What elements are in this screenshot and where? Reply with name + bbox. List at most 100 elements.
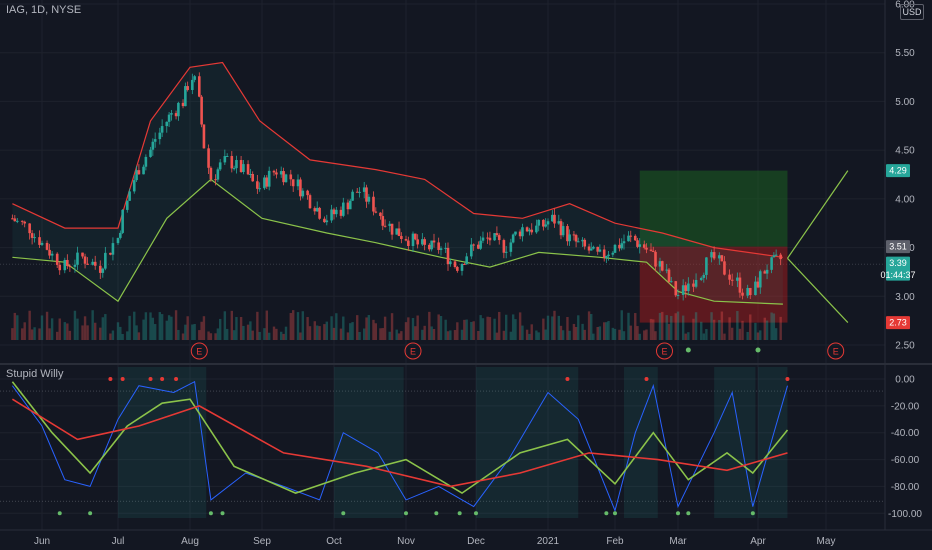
volume-bar [48,328,51,340]
candle-body [202,124,206,149]
oscillator-zone [624,367,658,518]
volume-bar [770,312,773,340]
volume-bar [200,321,203,340]
volume-bar [284,326,288,340]
volume-bar [404,322,408,340]
candle-body [93,261,97,266]
volume-bar [754,322,757,340]
candle-body [754,281,757,296]
candle-body [669,281,673,283]
candle-body [613,244,617,253]
oscillator-zone [758,367,788,518]
oscillator-zone [334,367,404,518]
oscillator-bottom-dot [220,511,225,516]
volume-bar [605,322,608,340]
candle-body [296,179,300,187]
currency-badge[interactable]: USD [900,4,924,20]
candle-body [432,240,436,243]
candle-body [256,181,259,189]
candle-body [449,261,452,265]
candle-body [339,209,343,216]
volume-bar [83,316,87,340]
volume-bar [239,316,243,340]
volume-bar [400,331,403,340]
volume-bar [645,329,648,340]
candle-body [414,233,417,240]
candle-body [411,233,415,246]
volume-bar [430,326,433,340]
earnings-marker-label: E [661,347,667,357]
candle-body [736,277,739,281]
candle-body [765,269,769,274]
symbol-title[interactable]: IAG, 1D, NYSE [6,4,81,16]
candle-body [423,239,426,245]
volume-bar [649,318,653,340]
candle-body [267,170,271,187]
volume-bar [133,311,136,340]
candle-body [758,271,762,288]
oscillator-bottom-dot [750,511,755,516]
volume-bar [313,321,316,340]
volume-bar [346,332,350,340]
candle-body [232,168,236,170]
candle-body [404,239,408,241]
oscillator-top-dot [148,377,153,382]
volume-bar [104,314,107,340]
candle-body [308,195,312,209]
candle-body [242,164,245,173]
candle-body [611,252,615,255]
candle-body [723,261,726,275]
candle-body [358,191,361,193]
volume-bar [738,328,742,340]
volume-bar [622,331,626,340]
volume-bar [681,315,685,340]
dividend-marker [685,347,691,353]
candle-body [627,235,630,242]
volume-bar [242,325,245,340]
volume-bar [308,326,312,340]
candle-body [629,235,633,237]
volume-bar [613,328,617,340]
candle-body [142,166,145,175]
volume-bar [379,328,382,340]
volume-bar [634,313,637,340]
candle-body [756,281,760,288]
time-tick-label: Nov [397,536,415,547]
candle-body [381,216,385,226]
candle-body [76,252,79,265]
volume-bar [694,312,698,340]
candle-body [502,240,506,253]
volume-bar [551,316,554,340]
candle-body [453,261,457,268]
oscillator-top-dot [565,377,570,382]
candle-body [712,252,716,259]
candle-body [598,249,602,252]
volume-bar [45,311,49,340]
earnings-marker-label: E [410,347,416,357]
volume-bar [167,315,171,340]
candle-body [676,294,680,296]
volume-bar [223,311,227,340]
candle-body [325,220,329,223]
candle-body [589,248,593,251]
volume-bar [202,316,206,340]
candle-body [530,229,534,233]
volume-bar [282,333,285,340]
indicator-title[interactable]: Stupid Willy [6,368,63,380]
candle-body [397,228,401,237]
volume-bar [779,316,782,340]
volume-bar [493,318,496,340]
time-tick-label: Aug [181,536,199,547]
volume-bar [342,316,345,340]
volume-bar [306,317,309,340]
time-tick-label: Dec [467,536,485,547]
volume-bar [477,331,480,340]
volume-bar [268,332,271,340]
volume-bar [481,318,485,340]
volume-bar [720,311,724,340]
volume-bar [627,312,630,340]
candle-body [272,170,276,173]
candle-body [355,191,359,193]
volume-bar [495,332,499,340]
volume-bar [414,326,417,340]
